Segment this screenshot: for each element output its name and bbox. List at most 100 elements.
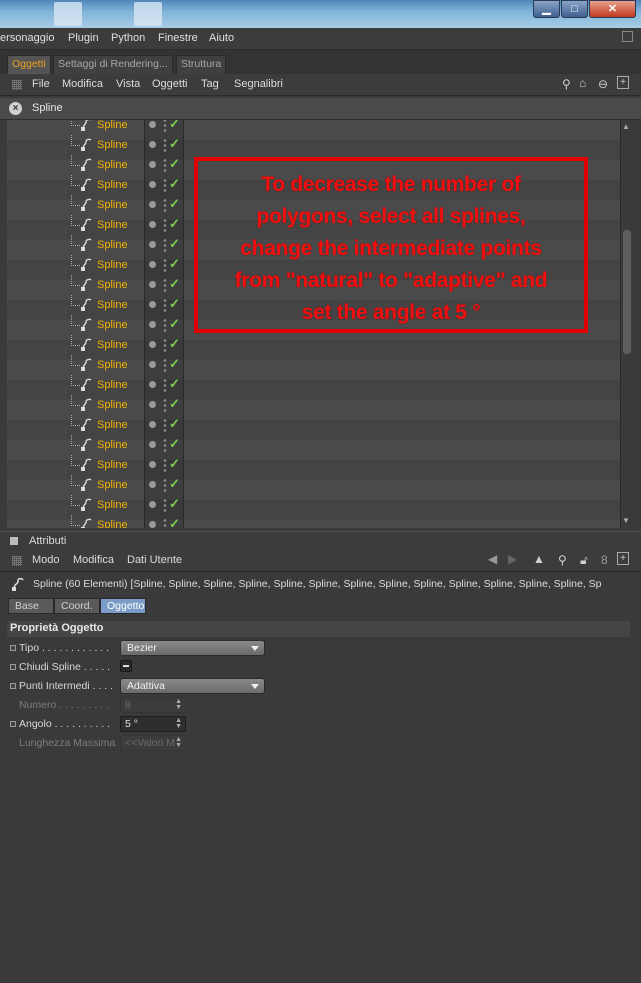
editor-visibility-dot-icon[interactable] <box>149 481 156 488</box>
object-name[interactable]: Spline <box>97 379 128 391</box>
editor-visibility-dot-icon[interactable] <box>149 121 156 128</box>
list-item[interactable]: Spline ✓ <box>7 155 187 175</box>
om-menu-oggetti[interactable]: Oggetti <box>152 78 187 90</box>
editor-visibility-dot-icon[interactable] <box>149 201 156 208</box>
editor-visibility-dot-icon[interactable] <box>149 321 156 328</box>
subtab-oggetto[interactable]: Oggetto <box>100 598 146 614</box>
editor-visibility-dot-icon[interactable] <box>149 261 156 268</box>
list-item[interactable]: Spline ✓ <box>7 375 187 395</box>
editor-visibility-dot-icon[interactable] <box>149 301 156 308</box>
om-menu-segnalibri[interactable]: Segnalibri <box>234 78 283 90</box>
render-visibility-dots-icon[interactable] <box>163 238 167 252</box>
object-name[interactable]: Spline <box>97 179 128 191</box>
search-icon[interactable]: ⚲ <box>558 553 567 567</box>
list-item[interactable]: Spline ✓ <box>7 295 187 315</box>
list-item[interactable]: Spline ✓ <box>7 415 187 435</box>
render-visibility-dots-icon[interactable] <box>163 318 167 332</box>
editor-visibility-dot-icon[interactable] <box>149 501 156 508</box>
object-name[interactable]: Spline <box>97 459 128 471</box>
menu-personaggio[interactable]: ersonaggio <box>0 32 54 44</box>
scroll-down-icon[interactable]: ▼ <box>622 516 630 525</box>
animation-dot-icon[interactable] <box>10 664 16 670</box>
editor-visibility-dot-icon[interactable] <box>149 281 156 288</box>
lock-icon[interactable]: 🔓︎ <box>580 553 588 568</box>
om-menu-tag[interactable]: Tag <box>201 78 219 90</box>
list-item[interactable]: Spline ✓ <box>7 195 187 215</box>
editor-visibility-dot-icon[interactable] <box>149 161 156 168</box>
subtab-base[interactable]: Base <box>8 598 54 614</box>
render-visibility-dots-icon[interactable] <box>163 158 167 172</box>
editor-visibility-dot-icon[interactable] <box>149 241 156 248</box>
link-icon[interactable]: ⊖ <box>598 77 608 91</box>
om-menu-file[interactable]: File <box>32 78 50 90</box>
list-item[interactable]: Spline ✓ <box>7 435 187 455</box>
render-visibility-dots-icon[interactable] <box>163 138 167 152</box>
object-name[interactable]: Spline <box>97 519 128 528</box>
animation-dot-icon[interactable] <box>10 645 16 651</box>
list-item[interactable]: Spline ✓ <box>7 120 187 135</box>
object-name[interactable]: Spline <box>97 259 128 271</box>
editor-visibility-dot-icon[interactable] <box>149 401 156 408</box>
object-name[interactable]: Spline <box>97 159 128 171</box>
render-visibility-dots-icon[interactable] <box>163 258 167 272</box>
minimize-button[interactable]: ▁ <box>533 0 560 18</box>
enabled-check-icon[interactable]: ✓ <box>169 436 180 452</box>
object-name[interactable]: Spline <box>97 299 128 311</box>
render-visibility-dots-icon[interactable] <box>163 218 167 232</box>
enabled-check-icon[interactable]: ✓ <box>169 396 180 412</box>
render-visibility-dots-icon[interactable] <box>163 198 167 212</box>
list-item[interactable]: Spline ✓ <box>7 455 187 475</box>
object-name[interactable]: Spline <box>97 399 128 411</box>
render-visibility-dots-icon[interactable] <box>163 298 167 312</box>
object-name[interactable]: Spline <box>97 319 128 331</box>
editor-visibility-dot-icon[interactable] <box>149 441 156 448</box>
render-visibility-dots-icon[interactable] <box>163 458 167 472</box>
menu-plugin[interactable]: Plugin <box>68 32 99 44</box>
tab-oggetti[interactable]: Oggetti <box>7 55 51 74</box>
render-visibility-dots-icon[interactable] <box>163 120 167 132</box>
enabled-check-icon[interactable]: ✓ <box>169 336 180 352</box>
render-visibility-dots-icon[interactable] <box>163 478 167 492</box>
chiudi-spline-checkbox[interactable] <box>120 660 132 672</box>
tab-struttura[interactable]: Struttura <box>176 55 227 74</box>
tipo-dropdown[interactable]: Bezier <box>120 640 265 656</box>
menu-finestre[interactable]: Finestre <box>158 32 198 44</box>
enabled-check-icon[interactable]: ✓ <box>169 236 180 252</box>
editor-visibility-dot-icon[interactable] <box>149 221 156 228</box>
new-panel-icon[interactable]: + <box>617 552 629 565</box>
object-name[interactable]: Spline <box>97 439 128 451</box>
list-item[interactable]: Spline ✓ <box>7 175 187 195</box>
list-item[interactable]: Spline ✓ <box>7 235 187 255</box>
render-visibility-dots-icon[interactable] <box>163 338 167 352</box>
search-icon[interactable]: ⚲ <box>562 77 571 91</box>
om-menu-modifica[interactable]: Modifica <box>62 78 103 90</box>
enabled-check-icon[interactable]: ✓ <box>169 176 180 192</box>
render-visibility-dots-icon[interactable] <box>163 438 167 452</box>
back-arrow-icon[interactable]: ◀ <box>488 552 497 566</box>
editor-visibility-dot-icon[interactable] <box>149 361 156 368</box>
forward-arrow-icon[interactable]: ▶ <box>508 552 517 566</box>
list-item[interactable]: Spline ✓ <box>7 215 187 235</box>
list-item[interactable]: Spline ✓ <box>7 515 187 528</box>
list-item[interactable]: Spline ✓ <box>7 255 187 275</box>
enabled-check-icon[interactable]: ✓ <box>169 120 180 132</box>
enabled-check-icon[interactable]: ✓ <box>169 196 180 212</box>
editor-visibility-dot-icon[interactable] <box>149 461 156 468</box>
editor-visibility-dot-icon[interactable] <box>149 141 156 148</box>
render-visibility-dots-icon[interactable] <box>163 178 167 192</box>
list-item[interactable]: Spline ✓ <box>7 475 187 495</box>
object-name[interactable]: Spline <box>97 199 128 211</box>
list-item[interactable]: Spline ✓ <box>7 395 187 415</box>
list-item[interactable]: Spline ✓ <box>7 355 187 375</box>
editor-visibility-dot-icon[interactable] <box>149 421 156 428</box>
render-visibility-dots-icon[interactable] <box>163 358 167 372</box>
enabled-check-icon[interactable]: ✓ <box>169 476 180 492</box>
render-visibility-dots-icon[interactable] <box>163 398 167 412</box>
close-button[interactable]: ✕ <box>589 0 636 18</box>
render-visibility-dots-icon[interactable] <box>163 278 167 292</box>
scroll-up-icon[interactable]: ▲ <box>622 122 630 131</box>
enabled-check-icon[interactable]: ✓ <box>169 136 180 152</box>
new-panel-icon[interactable]: + <box>617 76 629 89</box>
grip-icon[interactable] <box>12 80 22 90</box>
object-name[interactable]: Spline <box>97 419 128 431</box>
